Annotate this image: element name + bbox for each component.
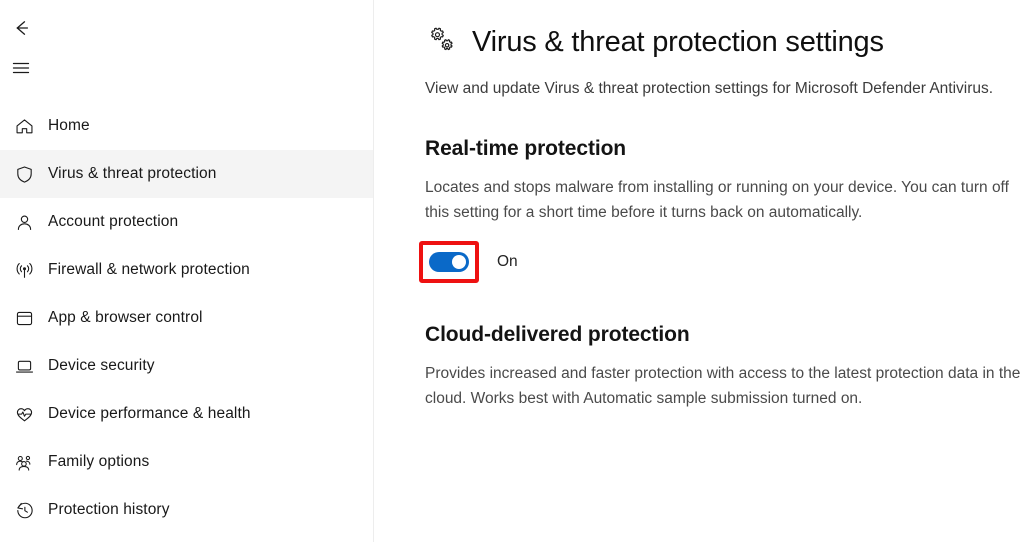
realtime-protection-toggle[interactable] <box>429 252 469 272</box>
sidebar-item-home[interactable]: Home <box>0 102 373 150</box>
sidebar-header <box>0 0 373 88</box>
realtime-protection-section: Real-time protection Locates and stops m… <box>419 137 1024 283</box>
realtime-toggle-state-label: On <box>497 253 518 270</box>
sidebar-item-label: Family options <box>48 453 150 470</box>
realtime-protection-description: Locates and stops malware from installin… <box>425 179 1009 221</box>
page-title: Virus & threat protection settings <box>472 26 884 59</box>
main-content: Virus & threat protection settings View … <box>374 0 1024 542</box>
hamburger-menu-icon <box>10 57 32 79</box>
back-button[interactable] <box>1 8 41 48</box>
sidebar-item-family-options[interactable]: Family options <box>0 438 373 486</box>
realtime-protection-heading: Real-time protection <box>425 137 627 160</box>
shield-icon <box>7 164 41 185</box>
sidebar-item-device-performance-health[interactable]: Device performance & health <box>0 390 373 438</box>
back-arrow-icon <box>10 17 32 39</box>
home-icon <box>7 116 41 137</box>
sidebar-item-label: Device performance & health <box>48 405 251 422</box>
cloud-protection-section: Cloud-delivered protection Provides incr… <box>425 323 1024 411</box>
people-group-icon <box>7 452 41 473</box>
sidebar-item-label: Device security <box>48 357 155 374</box>
sidebar-item-label: Protection history <box>48 501 170 518</box>
person-icon <box>7 212 41 233</box>
cloud-protection-description: Provides increased and faster protection… <box>425 365 1021 407</box>
cloud-protection-heading: Cloud-delivered protection <box>425 323 690 346</box>
menu-button[interactable] <box>1 48 41 88</box>
settings-gears-icon <box>424 24 462 62</box>
sidebar-item-protection-history[interactable]: Protection history <box>0 486 373 534</box>
realtime-protection-toggle-row: On <box>419 241 1024 283</box>
windows-security-window: Home Virus & threat protection Account p… <box>0 0 1024 542</box>
sidebar-item-label: Virus & threat protection <box>48 165 217 182</box>
laptop-icon <box>7 356 41 377</box>
sidebar-item-firewall-network-protection[interactable]: Firewall & network protection <box>0 246 373 294</box>
realtime-toggle-wrapper <box>419 241 479 283</box>
sidebar-item-label: Firewall & network protection <box>48 261 250 278</box>
sidebar: Home Virus & threat protection Account p… <box>0 0 374 542</box>
page-description: View and update Virus & threat protectio… <box>425 80 994 97</box>
history-clock-icon <box>7 500 41 521</box>
wifi-signal-icon <box>7 260 41 281</box>
sidebar-nav-list: Home Virus & threat protection Account p… <box>0 102 373 534</box>
browser-window-icon <box>7 308 41 329</box>
sidebar-item-label: Account protection <box>48 213 179 230</box>
sidebar-item-device-security[interactable]: Device security <box>0 342 373 390</box>
toggle-knob <box>452 255 466 269</box>
page-header: Virus & threat protection settings <box>374 0 1024 62</box>
heartbeat-icon <box>7 404 41 425</box>
sidebar-item-app-browser-control[interactable]: App & browser control <box>0 294 373 342</box>
sidebar-item-label: Home <box>48 117 90 134</box>
sidebar-item-virus-threat-protection[interactable]: Virus & threat protection <box>0 150 373 198</box>
sidebar-item-label: App & browser control <box>48 309 203 326</box>
sidebar-item-account-protection[interactable]: Account protection <box>0 198 373 246</box>
